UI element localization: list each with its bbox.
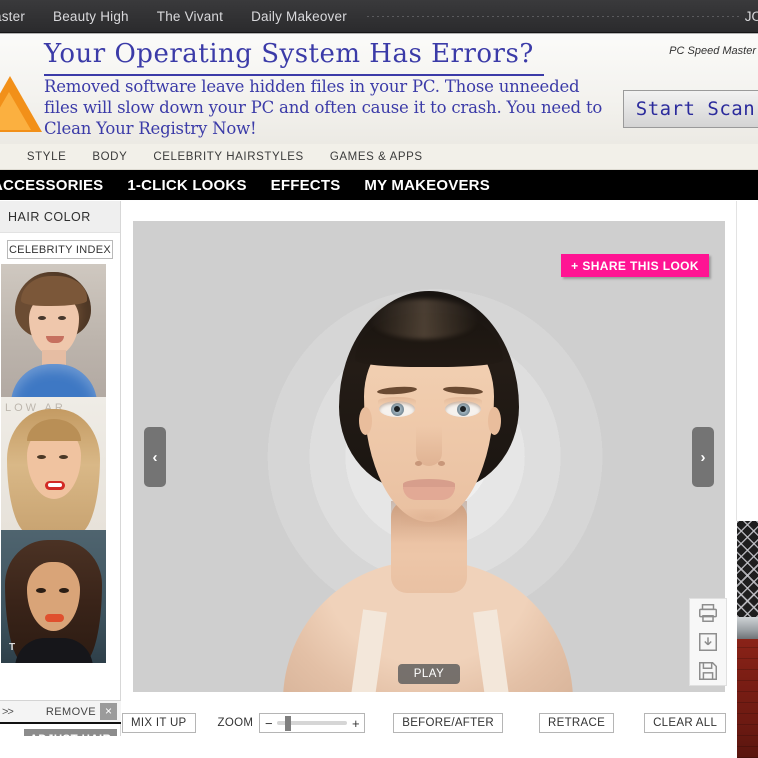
share-this-look-button[interactable]: + SHARE THIS LOOK xyxy=(561,254,709,277)
nav-item-style[interactable]: STYLE xyxy=(14,151,79,163)
ad-body-text: Removed software leave hidden files in y… xyxy=(44,77,603,138)
portrait-container xyxy=(251,221,605,692)
nav-item-my-makeovers[interactable]: MY MAKEOVERS xyxy=(352,177,501,194)
nav-item-accessories[interactable]: ACCESSORIES xyxy=(0,177,115,194)
portrait-nostril-left xyxy=(415,461,422,466)
thumb1-eye-right xyxy=(58,316,66,320)
zoom-slider[interactable] xyxy=(277,714,348,732)
nav-item-games-apps[interactable]: GAMES & APPS xyxy=(317,151,436,163)
top-nav-item-daily-makeover[interactable]: Daily Makeover xyxy=(237,0,361,33)
site-nav-secondary: ACCESSORIES 1-CLICK LOOKS EFFECTS MY MAK… xyxy=(0,170,758,200)
top-nav-item-the-vivant[interactable]: The Vivant xyxy=(143,0,237,33)
clear-all-button[interactable]: CLEAR ALL xyxy=(644,713,727,733)
portrait-nose xyxy=(416,426,442,466)
thumb3-overlay-text: T xyxy=(9,642,17,653)
celebrity-index-button[interactable]: CELEBRITY INDEX xyxy=(7,240,113,259)
print-icon[interactable] xyxy=(697,602,719,624)
model-portrait xyxy=(251,221,605,692)
bottom-fill xyxy=(0,736,737,758)
brick-wall-graphic xyxy=(737,639,758,758)
site-nav-primary: N STYLE BODY CELEBRITY HAIRSTYLES GAMES … xyxy=(0,144,758,170)
expand-arrows-icon[interactable]: >> xyxy=(2,706,14,718)
makeover-canvas[interactable]: ‹ › + SHARE THIS LOOK PLAY xyxy=(133,221,725,692)
hair-color-sidebar: HAIR COLOR CELEBRITY INDEX LOW AR T >> R… xyxy=(0,201,121,758)
ad-headline: Your Operating System Has Errors? xyxy=(44,39,534,69)
play-button[interactable]: PLAY xyxy=(398,664,460,684)
portrait-ear-left xyxy=(359,407,372,435)
zoom-slider-handle[interactable] xyxy=(285,716,292,731)
ad-brand-label: PC Speed Master xyxy=(669,45,756,57)
thumb2-eye-right xyxy=(59,455,68,459)
top-nav-divider xyxy=(366,15,739,17)
before-after-button[interactable]: BEFORE/AFTER xyxy=(393,713,504,733)
close-icon[interactable]: × xyxy=(100,703,117,720)
zoom-out-button[interactable]: − xyxy=(260,714,277,732)
celebrity-thumb-3[interactable]: T xyxy=(1,530,106,663)
portrait-nostril-right xyxy=(438,461,445,466)
next-look-arrow[interactable]: › xyxy=(692,427,714,487)
nav-item-body[interactable]: BODY xyxy=(79,151,140,163)
sidebar-heading: HAIR COLOR xyxy=(0,201,120,233)
portrait-ear-right xyxy=(488,407,501,435)
right-gutter xyxy=(736,201,758,521)
warning-triangle-inner-icon xyxy=(0,92,31,130)
thumb2-teeth xyxy=(48,483,62,487)
top-nav-item-master[interactable]: aster xyxy=(0,0,39,33)
start-scan-button[interactable]: Start Scan xyxy=(623,90,758,128)
celebrity-thumb-1[interactable] xyxy=(1,264,106,397)
nav-item-1-click-looks[interactable]: 1-CLICK LOOKS xyxy=(115,177,258,194)
prev-look-arrow[interactable]: ‹ xyxy=(144,427,166,487)
portrait-chin xyxy=(401,509,457,527)
retrace-button[interactable]: RETRACE xyxy=(539,713,615,733)
makeover-workspace: ‹ › + SHARE THIS LOOK PLAY xyxy=(122,201,736,758)
page-root: aster Beauty High The Vivant Daily Makeo… xyxy=(0,0,758,758)
download-icon[interactable] xyxy=(697,631,719,653)
portrait-pupil-right xyxy=(460,406,466,412)
advertisement-banner[interactable]: Your Operating System Has Errors? Remove… xyxy=(0,34,758,144)
top-nav-item-beauty-high[interactable]: Beauty High xyxy=(39,0,143,33)
thumb1-eye-left xyxy=(38,316,46,320)
portrait-pupil-left xyxy=(394,406,400,412)
celebrity-thumb-2[interactable]: LOW AR xyxy=(1,397,106,530)
thumb3-eye-left xyxy=(36,588,46,593)
portrait-eyelid-right xyxy=(444,397,482,405)
editor-toolbar: MIX IT UP ZOOM − + BEFORE/AFTER RETRACE … xyxy=(122,710,736,736)
portrait-lower-lip xyxy=(403,487,455,500)
nav-item-n[interactable]: N xyxy=(0,151,14,163)
mix-it-up-button[interactable]: MIX IT UP xyxy=(122,713,196,733)
thumb2-eye-left xyxy=(37,455,46,459)
chain-link-fence-graphic xyxy=(737,521,758,617)
nav-item-celebrity-hairstyles[interactable]: CELEBRITY HAIRSTYLES xyxy=(140,151,316,163)
right-edge-advertisement[interactable] xyxy=(737,521,758,758)
save-disk-icon[interactable] xyxy=(697,660,719,682)
zoom-control[interactable]: − + xyxy=(259,713,366,733)
top-nav-join-link[interactable]: JO xyxy=(745,9,758,24)
thumb3-lips xyxy=(45,614,64,622)
portrait-hair-highlight xyxy=(369,299,479,339)
canvas-action-icons xyxy=(689,598,727,686)
remove-row[interactable]: >> REMOVE × xyxy=(0,700,121,724)
zoom-in-button[interactable]: + xyxy=(347,714,364,732)
nav-item-effects[interactable]: EFFECTS xyxy=(259,177,353,194)
portrait-eyelid-left xyxy=(378,397,416,405)
thumb3-eye-right xyxy=(59,588,69,593)
zoom-label: ZOOM xyxy=(217,717,254,729)
partner-top-nav: aster Beauty High The Vivant Daily Makeo… xyxy=(0,0,758,33)
concrete-ledge-graphic xyxy=(737,617,758,639)
remove-label: REMOVE xyxy=(45,705,96,718)
thumb1-dress xyxy=(11,364,97,397)
